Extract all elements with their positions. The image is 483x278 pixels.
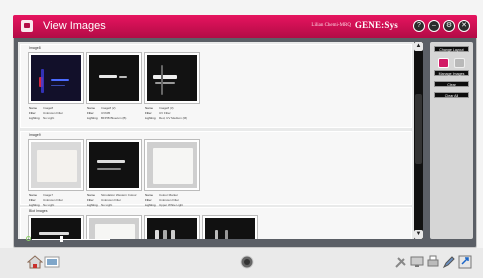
image-preview[interactable] xyxy=(87,216,141,239)
gallery-icon[interactable] xyxy=(44,255,60,269)
layout-list-icon[interactable] xyxy=(454,58,465,68)
group-title: Image8 xyxy=(29,46,41,50)
image-group: Blot Images xyxy=(20,207,412,239)
group-title: Blot Images xyxy=(29,209,48,213)
title-bar: View Images Lilian Chemi-MRQ GENE:Sys ? … xyxy=(13,15,477,38)
edit-icon[interactable] xyxy=(442,255,456,269)
group-title: Image9 xyxy=(29,133,41,137)
scroll-up-icon[interactable]: ▲ xyxy=(414,42,423,51)
user-name: Lilian Chemi-MRQ xyxy=(311,23,351,28)
image-meta: Name Image7 Filter Unknown Filter Lighting… xyxy=(29,193,64,207)
camera-icon[interactable] xyxy=(240,255,254,269)
change-layout-button[interactable]: Change Layout xyxy=(434,46,469,52)
zoom-icon xyxy=(26,236,31,241)
image-meta: Name Image8 (2) Filter UV605 Lighting BFP/B… xyxy=(87,106,127,120)
image-meta: Name Image8 (3) Filter UV Filter Lighting R… xyxy=(145,106,188,120)
image-group: Image8 Name Image8 Filter Unknown Filter L… xyxy=(20,44,412,128)
window-title: View Images xyxy=(43,20,106,32)
clear-button[interactable]: Clear xyxy=(434,81,469,87)
layout-grid-icon[interactable] xyxy=(438,58,449,68)
bottom-toolbar xyxy=(0,248,483,278)
close-button[interactable]: ✕ xyxy=(458,20,470,32)
scroll-thumb[interactable] xyxy=(415,94,422,164)
home-icon[interactable] xyxy=(27,255,43,269)
image-preview[interactable] xyxy=(87,140,141,190)
image-preview[interactable] xyxy=(29,140,83,190)
image-preview[interactable] xyxy=(29,53,83,103)
zoom-knob[interactable] xyxy=(60,236,63,242)
zoom-slider[interactable] xyxy=(26,236,110,242)
image-browser: Image8 Name Image8 Filter Unknown Filter L… xyxy=(18,42,414,239)
image-meta: Name Colour Marker Filter Unknown Filter L… xyxy=(145,193,184,207)
manage-images-button[interactable]: Manage Images xyxy=(434,70,469,76)
vertical-scrollbar[interactable]: ▲ ▼ xyxy=(414,42,423,239)
image-group: Image9 Name Image7 Filter Unknown Filter L… xyxy=(20,131,412,207)
clear-all-button[interactable]: Clear All xyxy=(434,92,469,98)
right-panel: Change Layout Manage Images Clear Clear … xyxy=(430,42,473,239)
tools-icon[interactable] xyxy=(394,255,408,269)
image-preview[interactable] xyxy=(145,53,199,103)
zoom-track[interactable] xyxy=(32,239,110,240)
brand-logo: GENE:Sys xyxy=(354,20,398,30)
image-preview[interactable] xyxy=(145,216,199,239)
image-preview[interactable] xyxy=(203,216,257,239)
image-preview[interactable] xyxy=(29,216,83,239)
minimize-button[interactable]: – xyxy=(428,20,440,32)
app-logo-icon xyxy=(21,20,33,32)
print-icon[interactable] xyxy=(426,255,440,269)
image-preview[interactable] xyxy=(87,53,141,103)
display-icon[interactable] xyxy=(410,255,424,269)
image-meta: Name Image8 Filter Unknown Filter Lighting… xyxy=(29,106,64,120)
export-icon[interactable] xyxy=(458,255,472,269)
image-preview[interactable] xyxy=(145,140,199,190)
scroll-down-icon[interactable]: ▼ xyxy=(414,230,423,239)
image-meta: Name Simulation Western Colour Filter Unkn… xyxy=(87,193,137,207)
help-button[interactable]: ? xyxy=(413,20,425,32)
settings-button[interactable]: ⚙ xyxy=(443,20,455,32)
